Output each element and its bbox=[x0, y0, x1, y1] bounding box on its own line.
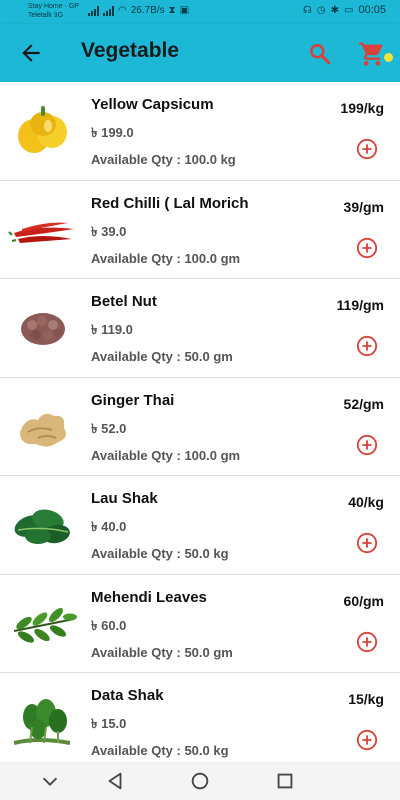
product-item[interactable]: Yellow Capsicum ৳ 199.0 Available Qty : … bbox=[0, 82, 400, 181]
network-speed: 26.7B/s bbox=[130, 5, 165, 16]
product-list: Yellow Capsicum ৳ 199.0 Available Qty : … bbox=[0, 82, 400, 772]
product-name: Betel Nut bbox=[91, 293, 157, 310]
bluetooth-icon: ✱ bbox=[330, 4, 340, 16]
clock: 00:05 bbox=[358, 4, 386, 16]
product-image bbox=[13, 699, 71, 745]
carrier-info: Stay Home · GP Teletalk 3G bbox=[28, 2, 79, 20]
product-name: Data Shak bbox=[91, 687, 164, 704]
product-item[interactable]: Ginger Thai ৳ 52.0 Available Qty : 100.0… bbox=[0, 377, 400, 476]
carrier-line-2: Teletalk 3G bbox=[28, 12, 64, 19]
wifi-icon: ◠ bbox=[118, 5, 127, 16]
chevron-down-icon[interactable] bbox=[39, 770, 61, 792]
unit-price: 119/gm bbox=[336, 297, 384, 313]
product-image bbox=[8, 293, 78, 363]
unit-price: 40/kg bbox=[348, 494, 384, 510]
product-qty: Available Qty : 50.0 gm bbox=[91, 349, 233, 364]
add-circle-icon[interactable] bbox=[356, 434, 378, 456]
search-icon[interactable] bbox=[307, 41, 333, 67]
image-icon: ▣ bbox=[179, 5, 190, 16]
headset-icon: ☊ bbox=[303, 4, 312, 16]
product-qty: Available Qty : 100.0 kg bbox=[91, 152, 236, 167]
cart-icon[interactable] bbox=[358, 40, 386, 68]
unit-price: 15/kg bbox=[348, 691, 384, 707]
arrow-back-icon[interactable] bbox=[18, 40, 44, 66]
product-price: ৳ 15.0 bbox=[91, 716, 127, 731]
product-image bbox=[13, 607, 77, 643]
product-qty: Available Qty : 100.0 gm bbox=[91, 447, 241, 463]
product-qty: Available Qty : 50.0 gm bbox=[91, 644, 233, 660]
network-icons: ◠ 26.7B/s ⧗ ▣ bbox=[88, 5, 189, 16]
add-circle-icon[interactable] bbox=[356, 335, 378, 357]
product-item[interactable]: Red Chilli ( Lal Morich ৳ 39.0 Available… bbox=[0, 180, 400, 279]
product-qty: Available Qty : 100.0 gm bbox=[91, 250, 241, 266]
carrier-line-1: Stay Home · GP bbox=[28, 3, 79, 10]
add-circle-icon[interactable] bbox=[356, 138, 378, 160]
unit-price: 39/gm bbox=[343, 198, 384, 215]
hourglass-icon: ⧗ bbox=[168, 5, 176, 16]
recents-square-icon[interactable] bbox=[274, 770, 296, 792]
product-image bbox=[20, 413, 66, 447]
product-price: ৳ 39.0 bbox=[91, 223, 127, 239]
unit-price: 52/gm bbox=[343, 395, 384, 412]
add-circle-icon[interactable] bbox=[356, 631, 378, 653]
product-image bbox=[8, 222, 74, 243]
add-circle-icon[interactable] bbox=[356, 532, 378, 554]
product-item[interactable]: Betel Nut ৳ 119.0 Available Qty : 50.0 g… bbox=[0, 279, 400, 378]
product-item[interactable]: Data Shak ৳ 15.0 Available Qty : 50.0 kg… bbox=[0, 673, 400, 772]
system-nav-bar bbox=[0, 762, 400, 800]
product-name: Yellow Capsicum bbox=[91, 96, 214, 113]
alarm-icon: ◷ bbox=[316, 4, 326, 16]
product-price: ৳ 40.0 bbox=[91, 519, 127, 534]
status-bar: Stay Home · GP Teletalk 3G ◠ 26.7B/s ⧗ ▣… bbox=[0, 0, 400, 24]
system-icons: ☊ ◷ ✱ ▭ 00:05 bbox=[303, 4, 386, 16]
product-qty: Available Qty : 50.0 kg bbox=[91, 546, 229, 561]
back-triangle-icon[interactable] bbox=[104, 770, 126, 792]
home-circle-icon[interactable] bbox=[189, 770, 211, 792]
page-title: Vegetable bbox=[81, 39, 180, 62]
product-price: ৳ 52.0 bbox=[91, 420, 127, 436]
product-image bbox=[18, 106, 67, 153]
battery-icon: ▭ bbox=[344, 4, 354, 16]
cart-badge bbox=[384, 53, 393, 62]
signal-icon bbox=[88, 5, 99, 16]
product-name: Red Chilli ( Lal Morich bbox=[91, 194, 249, 212]
product-price: ৳ 60.0 bbox=[91, 617, 127, 633]
product-price: ৳ 119.0 bbox=[91, 322, 133, 337]
unit-price: 199/kg bbox=[340, 100, 384, 116]
product-name: Mehendi Leaves bbox=[91, 588, 207, 606]
product-name: Ginger Thai bbox=[91, 391, 175, 409]
product-qty: Available Qty : 50.0 kg bbox=[91, 743, 229, 758]
signal-icon-2 bbox=[103, 5, 114, 16]
add-circle-icon[interactable] bbox=[356, 237, 378, 259]
product-item[interactable]: Mehendi Leaves ৳ 60.0 Available Qty : 50… bbox=[0, 574, 400, 673]
product-name: Lau Shak bbox=[91, 490, 158, 507]
product-item[interactable]: Lau Shak ৳ 40.0 Available Qty : 50.0 kg … bbox=[0, 476, 400, 575]
unit-price: 60/gm bbox=[343, 592, 384, 609]
product-price: ৳ 199.0 bbox=[91, 125, 134, 140]
product-image bbox=[14, 509, 70, 544]
app-bar: Vegetable bbox=[0, 24, 400, 82]
add-circle-icon[interactable] bbox=[356, 729, 378, 751]
